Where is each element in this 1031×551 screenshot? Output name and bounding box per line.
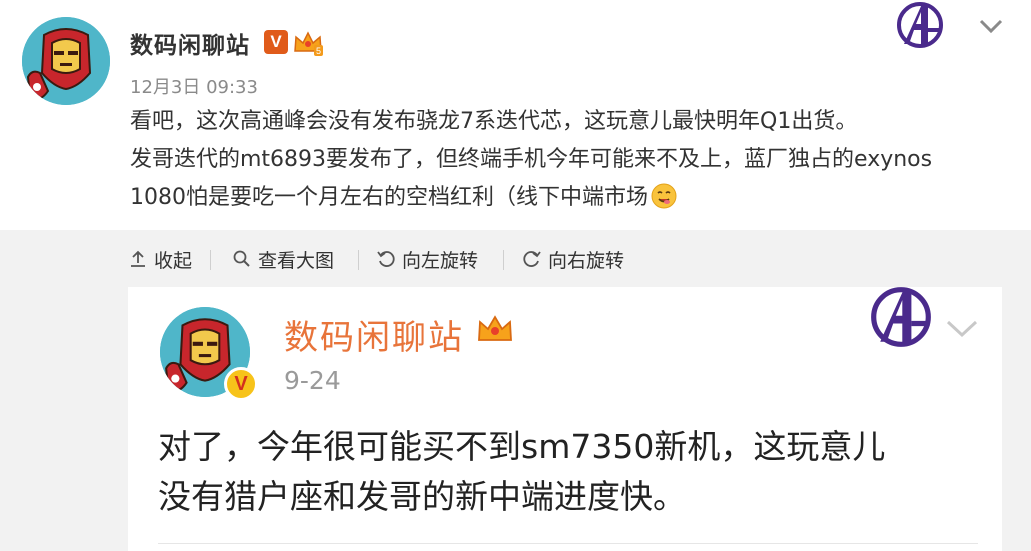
- collapse-icon: [131, 250, 145, 267]
- card-text: 对了，今年很可能买不到sm7350新机，这玩意儿 没有猎户座和发哥的新中端进度快…: [158, 422, 978, 522]
- crown-icon: [478, 315, 512, 341]
- card-verified-badge: V: [224, 367, 258, 401]
- card-timestamp: 9-24: [284, 366, 341, 395]
- iron-man-avatar-icon: [22, 17, 110, 105]
- avengers-icon: [897, 2, 943, 48]
- magnifier-icon: [233, 250, 250, 267]
- card-line: 对了，今年很可能买不到sm7350新机，这玩意儿: [158, 427, 886, 466]
- rotate-left-button[interactable]: 向左旋转: [376, 242, 478, 276]
- card-line: 没有猎户座和发哥的新中端进度快。: [158, 477, 686, 516]
- rotate-left-label: 向左旋转: [402, 249, 479, 272]
- author-avatar[interactable]: [22, 17, 110, 105]
- crown-icon: 5: [294, 31, 323, 56]
- avengers-icon: [871, 287, 931, 347]
- rotate-right-label: 向右旋转: [548, 249, 625, 272]
- post-timestamp[interactable]: 12月3日 09:33: [130, 73, 258, 99]
- chevron-down-icon[interactable]: [978, 16, 1004, 36]
- chevron-down-icon: [946, 320, 978, 338]
- author-name[interactable]: 数码闲聊站: [130, 26, 250, 60]
- post-line: 1080怕是要吃一个月左右的空档红利（线下中端市场: [130, 179, 1010, 217]
- svg-text:5: 5: [316, 46, 321, 56]
- post-line: 发哥迭代的mt6893要发布了，但终端手机今年可能来不及上，蓝厂独占的exyno…: [130, 147, 933, 172]
- rotate-right-icon: [523, 251, 541, 267]
- collapse-button[interactable]: 收起: [128, 242, 192, 276]
- post-line: 看吧，这次高通峰会没有发布骁龙7系迭代芯，这玩意儿最快明年Q1出货。: [130, 109, 858, 134]
- card-author-name: 数码闲聊站: [284, 318, 464, 358]
- rotate-left-icon: [377, 251, 395, 267]
- verified-badge: V: [264, 30, 288, 54]
- divider: [158, 543, 978, 544]
- toolbar-divider: [358, 250, 359, 270]
- yummy-emoji-icon: [651, 183, 677, 209]
- post-line-text: 1080怕是要吃一个月左右的空档红利（线下中端市场: [130, 185, 648, 210]
- view-image-button[interactable]: 查看大图: [232, 242, 334, 276]
- toolbar-divider: [503, 250, 504, 270]
- view-image-label: 查看大图: [258, 249, 335, 272]
- toolbar-divider: [210, 250, 211, 270]
- post-text: 看吧，这次高通峰会没有发布骁龙7系迭代芯，这玩意儿最快明年Q1出货。 发哥迭代的…: [130, 103, 1010, 217]
- rotate-right-button[interactable]: 向右旋转: [522, 242, 624, 276]
- collapse-label: 收起: [154, 249, 193, 272]
